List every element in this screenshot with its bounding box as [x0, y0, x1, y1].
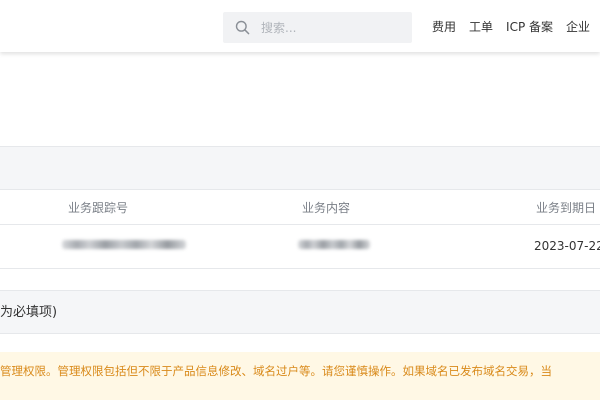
- section-header-band: [0, 147, 600, 189]
- page: 搜索... 费用 工单 ICP 备案 企业 业务跟踪号 业务内容 业务到期日 2…: [0, 0, 600, 400]
- warning-text: 管理权限。管理权限包括但不限于产品信息修改、域名过户等。请您谨慎操作。如果域名已…: [0, 364, 552, 378]
- search-input[interactable]: 搜索...: [223, 12, 412, 43]
- form-section-band: [0, 290, 600, 333]
- nav-link-icp-filing[interactable]: ICP 备案: [506, 18, 553, 35]
- form-band-top-divider: [0, 290, 600, 291]
- required-fields-label: 为必填项): [0, 305, 58, 320]
- form-band-bottom-divider: [0, 333, 600, 334]
- expiry-date-value: 2023-07-22: [534, 239, 600, 253]
- nav-link-billing[interactable]: 费用: [432, 18, 456, 35]
- column-header-business-content: 业务内容: [302, 201, 351, 215]
- warning-banner: 管理权限。管理权限包括但不限于产品信息修改、域名过户等。请您谨慎操作。如果域名已…: [0, 352, 600, 400]
- column-header-expiry-date: 业务到期日: [536, 201, 597, 215]
- nav-link-tickets[interactable]: 工单: [469, 18, 493, 35]
- search-placeholder: 搜索...: [261, 21, 297, 35]
- table-header-top-divider: [0, 189, 600, 190]
- top-nav: 费用 工单 ICP 备案 企业: [432, 18, 590, 35]
- nav-link-enterprise[interactable]: 企业: [566, 18, 590, 35]
- top-bar: 搜索... 费用 工单 ICP 备案 企业: [0, 0, 600, 52]
- column-header-tracking-number: 业务跟踪号: [68, 201, 129, 215]
- business-content-redacted: [298, 240, 370, 249]
- table-header-bottom-divider: [0, 224, 600, 225]
- tracking-number-redacted: [62, 240, 186, 249]
- search-icon: [235, 20, 250, 35]
- table-bottom-divider: [0, 268, 600, 269]
- section-top-divider: [0, 146, 600, 147]
